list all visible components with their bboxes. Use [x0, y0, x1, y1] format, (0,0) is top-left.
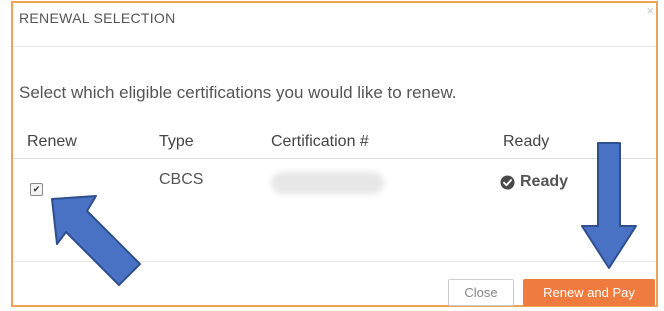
close-icon[interactable]: × [646, 4, 654, 17]
renew-checkbox[interactable]: ✔ [30, 183, 43, 196]
type-cell: CBCS [159, 171, 204, 188]
close-button[interactable]: Close [448, 279, 514, 306]
renew-and-pay-button[interactable]: Renew and Pay [523, 279, 655, 306]
ready-label: Ready [520, 173, 569, 190]
column-header-ready: Ready [503, 133, 550, 150]
modal-title: RENEWAL SELECTION [19, 10, 176, 26]
check-circle-icon [500, 174, 515, 190]
certification-number-cell [271, 172, 384, 194]
column-header-certification: Certification # [271, 133, 369, 150]
instruction-text: Select which eligible certifications you… [19, 83, 457, 102]
footer-divider [13, 261, 656, 262]
ready-status: Ready [500, 173, 568, 191]
renewal-modal: RENEWAL SELECTION × Select which eligibl… [11, 1, 658, 307]
table-header-divider [13, 158, 656, 159]
column-header-renew: Renew [27, 133, 77, 150]
modal-header: RENEWAL SELECTION × [13, 3, 656, 47]
column-header-type: Type [159, 133, 194, 150]
